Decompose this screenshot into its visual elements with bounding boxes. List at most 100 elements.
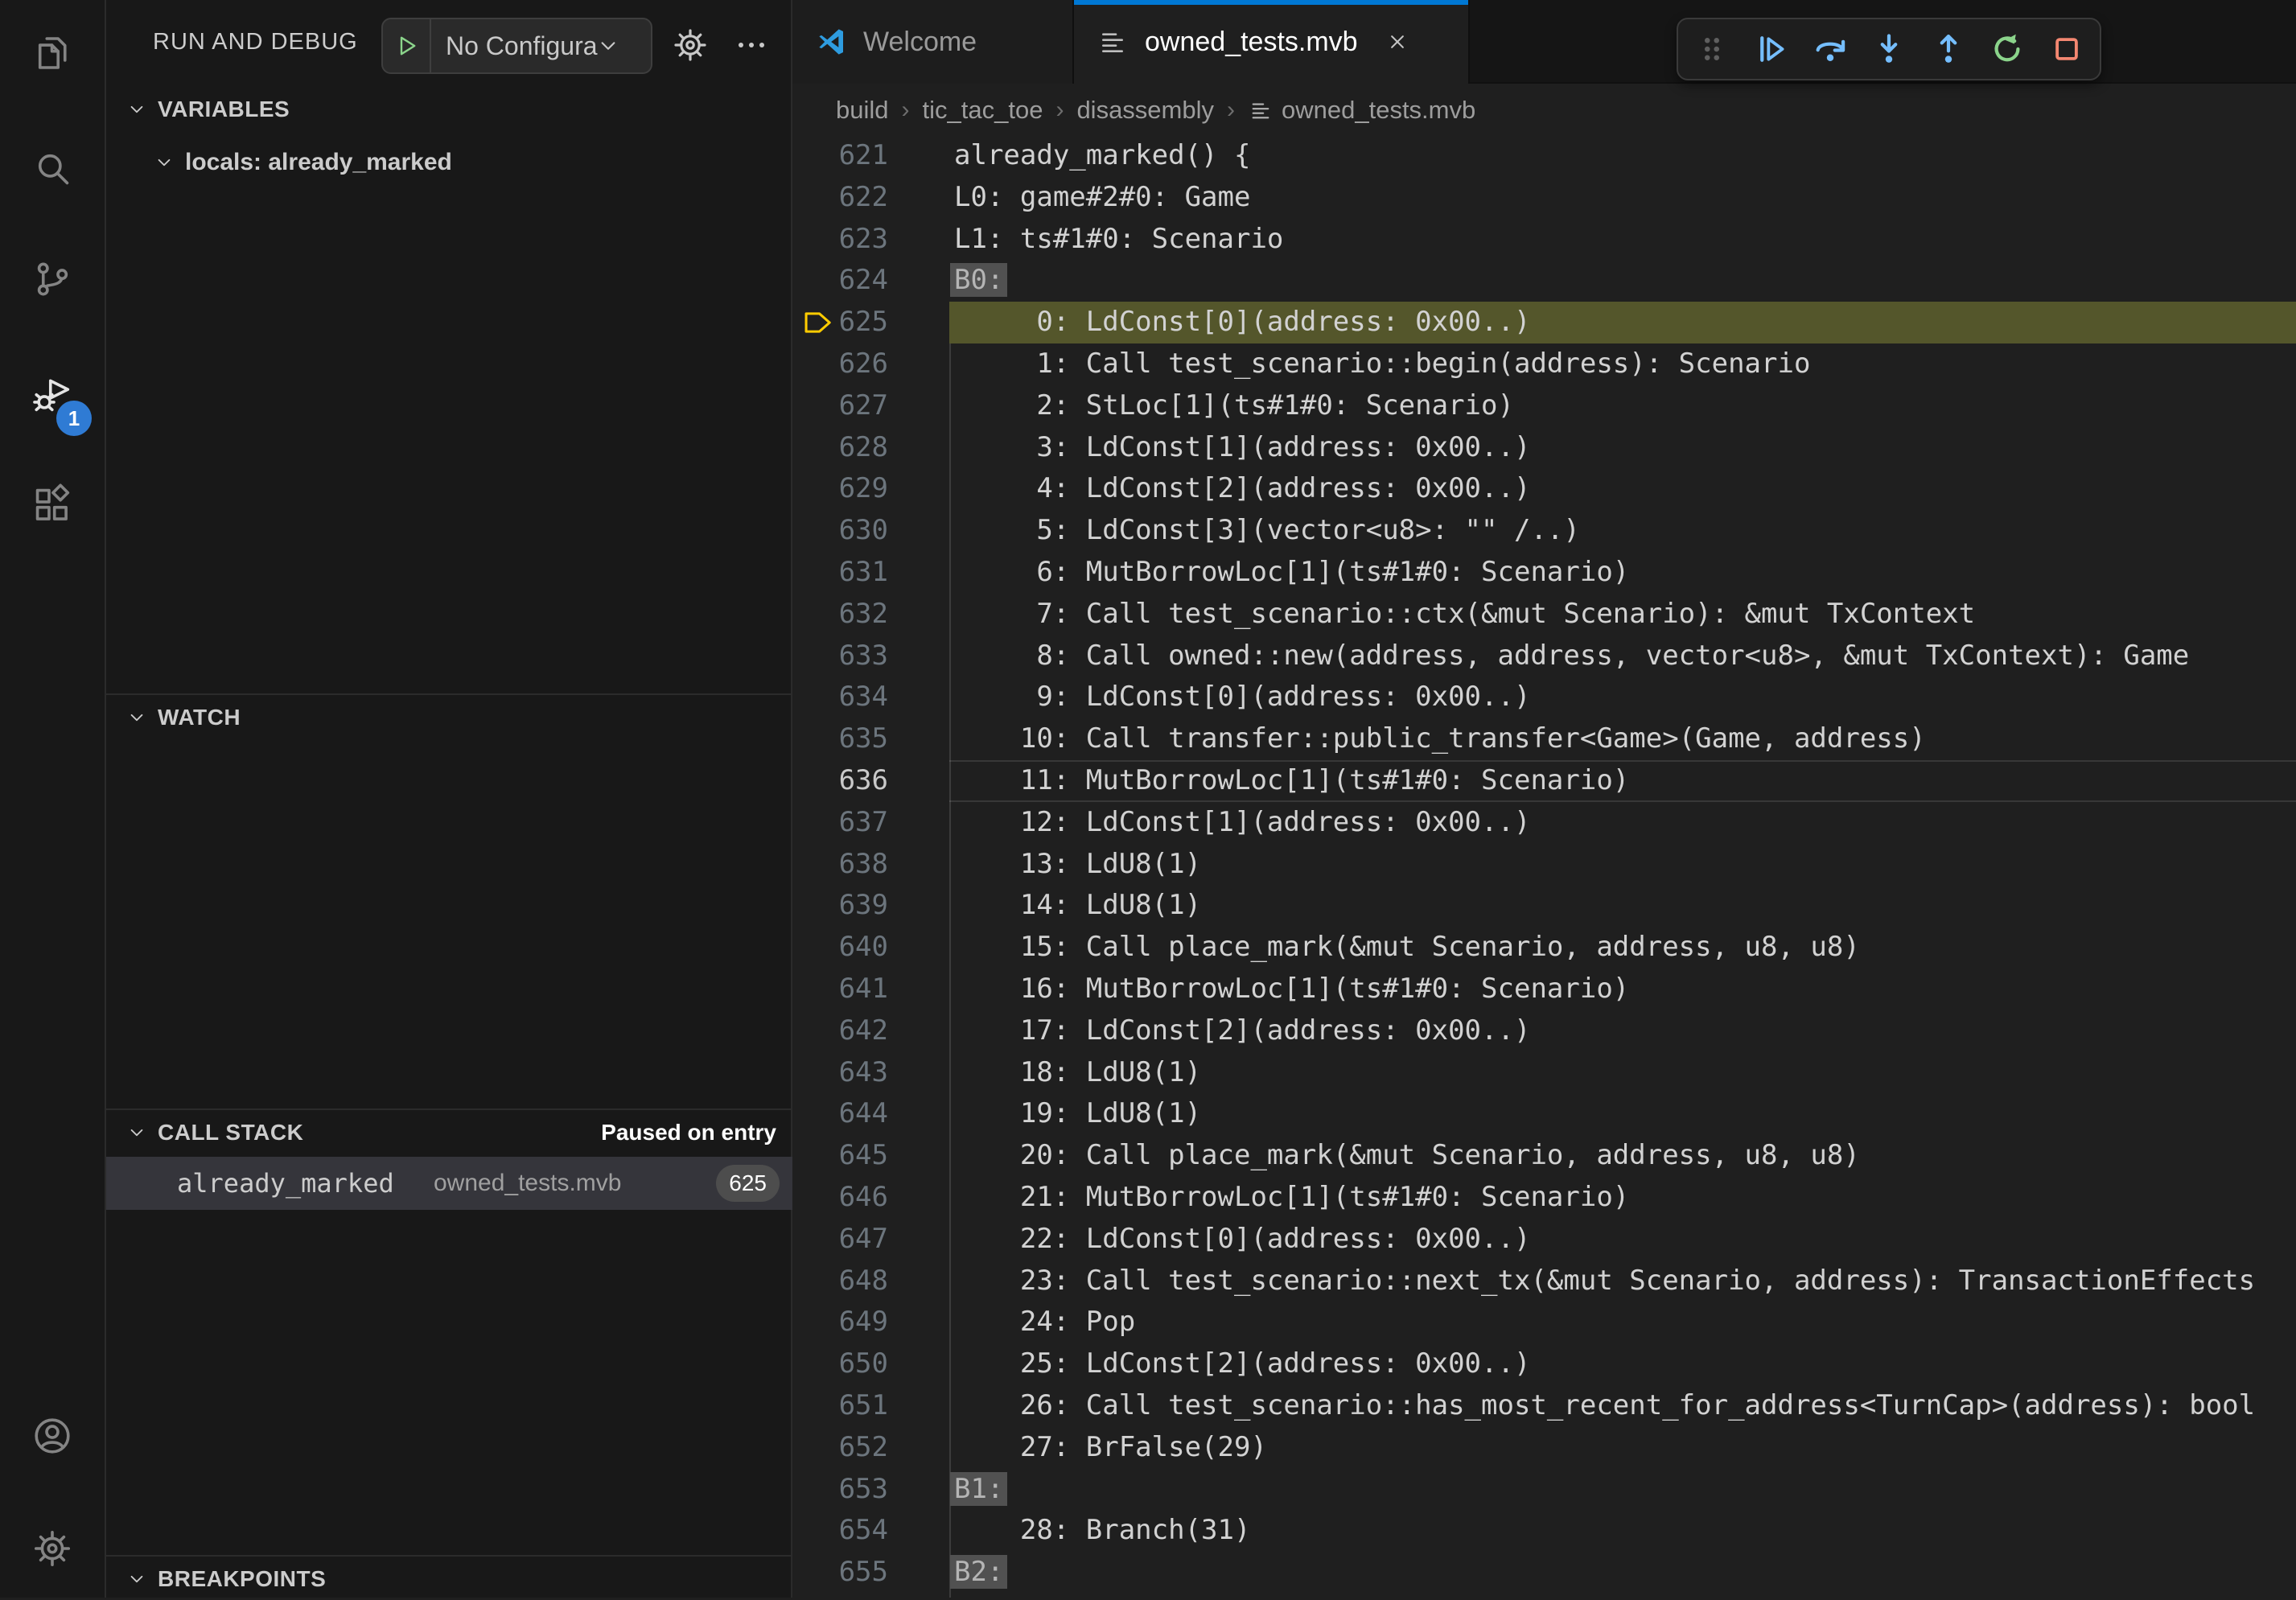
code-line-624[interactable]: 624B0: [792, 260, 2296, 302]
code-line-648[interactable]: 648 23: Call test_scenario::next_tx(&mut… [792, 1261, 2296, 1302]
section-header-breakpoints[interactable]: BREAKPOINTS [106, 1558, 792, 1600]
code-line-634[interactable]: 634 9: LdConst[0](address: 0x00..) [792, 677, 2296, 718]
line-number[interactable]: 640 [792, 927, 888, 969]
code-line-643[interactable]: 643 18: LdU8(1) [792, 1052, 2296, 1094]
code-line-622[interactable]: 622L0: game#2#0: Game [792, 177, 2296, 219]
code-line-642[interactable]: 642 17: LdConst[2](address: 0x00..) [792, 1010, 2296, 1052]
line-number[interactable]: 637 [792, 802, 888, 844]
step-into-button[interactable] [1863, 23, 1915, 75]
line-number[interactable]: 646 [792, 1177, 888, 1219]
breadcrumb-item[interactable]: tic_tac_toe [923, 96, 1043, 125]
line-number[interactable]: 638 [792, 844, 888, 886]
activity-bar-item-settings[interactable] [0, 1510, 105, 1587]
line-number[interactable]: 645 [792, 1135, 888, 1177]
activity-bar-item-extensions[interactable] [0, 467, 105, 544]
more-actions-icon[interactable] [730, 24, 772, 66]
line-number[interactable]: 621 [792, 135, 888, 177]
breadcrumb-item[interactable]: build [836, 96, 889, 125]
restart-button[interactable] [1981, 23, 2033, 75]
code-line-653[interactable]: 653B1: [792, 1469, 2296, 1511]
debug-config-dropdown[interactable]: No Configura [381, 18, 652, 74]
code-line-637[interactable]: 637 12: LdConst[1](address: 0x00..) [792, 802, 2296, 844]
code-line-629[interactable]: 629 4: LdConst[2](address: 0x00..) [792, 468, 2296, 510]
close-icon[interactable] [1385, 30, 1409, 54]
line-number[interactable]: 641 [792, 969, 888, 1010]
step-out-button[interactable] [1923, 23, 1974, 75]
code-line-646[interactable]: 646 21: MutBorrowLoc[1](ts#1#0: Scenario… [792, 1177, 2296, 1219]
line-number[interactable]: 633 [792, 635, 888, 677]
code-line-655[interactable]: 655B2: [792, 1552, 2296, 1594]
code-area[interactable]: 621already_marked() {622L0: game#2#0: Ga… [792, 135, 2296, 1598]
code-line-640[interactable]: 640 15: Call place_mark(&mut Scenario, a… [792, 927, 2296, 969]
stop-button[interactable] [2041, 23, 2092, 75]
code-line-630[interactable]: 630 5: LdConst[3](vector<u8>: "" /..) [792, 510, 2296, 552]
line-number[interactable]: 624 [792, 260, 888, 302]
line-number[interactable]: 631 [792, 552, 888, 594]
activity-bar-item-search[interactable] [0, 130, 105, 207]
section-header-variables[interactable]: VARIABLES [106, 88, 792, 130]
line-number[interactable]: 632 [792, 594, 888, 635]
code-line-654[interactable]: 654 28: Branch(31) [792, 1510, 2296, 1552]
code-line-639[interactable]: 639 14: LdU8(1) [792, 885, 2296, 927]
section-header-call-stack[interactable]: CALL STACK Paused on entry [106, 1112, 792, 1154]
debug-settings-gear-icon[interactable] [669, 24, 711, 66]
step-over-button[interactable] [1804, 23, 1856, 75]
start-debug-button[interactable] [383, 19, 431, 72]
line-number[interactable]: 636 [792, 760, 888, 802]
code-line-647[interactable]: 647 22: LdConst[0](address: 0x00..) [792, 1219, 2296, 1261]
variables-locals-scope[interactable]: locals: already_marked [106, 142, 792, 183]
code-line-627[interactable]: 627 2: StLoc[1](ts#1#0: Scenario) [792, 385, 2296, 427]
line-number[interactable]: 649 [792, 1302, 888, 1343]
line-number[interactable]: 634 [792, 677, 888, 718]
code-line-651[interactable]: 651 26: Call test_scenario::has_most_rec… [792, 1385, 2296, 1427]
line-number[interactable]: 650 [792, 1343, 888, 1385]
line-number[interactable]: 648 [792, 1261, 888, 1302]
code-line-632[interactable]: 632 7: Call test_scenario::ctx(&mut Scen… [792, 594, 2296, 635]
line-number[interactable]: 647 [792, 1219, 888, 1261]
code-line-623[interactable]: 623L1: ts#1#0: Scenario [792, 219, 2296, 261]
code-line-638[interactable]: 638 13: LdU8(1) [792, 844, 2296, 886]
continue-button[interactable] [1745, 23, 1796, 75]
code-line-621[interactable]: 621already_marked() { [792, 135, 2296, 177]
line-number[interactable]: 639 [792, 885, 888, 927]
line-number[interactable]: 652 [792, 1427, 888, 1469]
code-line-631[interactable]: 631 6: MutBorrowLoc[1](ts#1#0: Scenario) [792, 552, 2296, 594]
activity-bar-item-account[interactable] [0, 1397, 105, 1475]
code-line-628[interactable]: 628 3: LdConst[1](address: 0x00..) [792, 427, 2296, 469]
code-line-626[interactable]: 626 1: Call test_scenario::begin(address… [792, 343, 2296, 385]
code-line-650[interactable]: 650 25: LdConst[2](address: 0x00..) [792, 1343, 2296, 1385]
code-line-645[interactable]: 645 20: Call place_mark(&mut Scenario, a… [792, 1135, 2296, 1177]
line-number[interactable]: 642 [792, 1010, 888, 1052]
line-number[interactable]: 655 [792, 1552, 888, 1594]
code-line-649[interactable]: 649 24: Pop [792, 1302, 2296, 1343]
line-number[interactable]: 644 [792, 1093, 888, 1135]
line-number[interactable]: 629 [792, 468, 888, 510]
code-line-636[interactable]: 636 11: MutBorrowLoc[1](ts#1#0: Scenario… [792, 760, 2296, 802]
line-number[interactable]: 626 [792, 343, 888, 385]
line-number[interactable]: 622 [792, 177, 888, 219]
code-line-625[interactable]: 625 0: LdConst[0](address: 0x00..) [792, 302, 2296, 343]
activity-bar-item-run-and-debug[interactable]: 1 [0, 356, 105, 433]
line-number[interactable]: 653 [792, 1469, 888, 1511]
activity-bar-item-source-control[interactable] [0, 241, 105, 318]
line-number[interactable]: 628 [792, 427, 888, 469]
section-header-watch[interactable]: WATCH [106, 697, 792, 738]
toolbar-drag-handle[interactable] [1686, 23, 1738, 75]
call-stack-frame[interactable]: already_markedowned_tests.mvb625 [106, 1157, 792, 1210]
line-number[interactable]: 635 [792, 718, 888, 760]
activity-bar-item-explorer[interactable] [0, 14, 105, 92]
line-number[interactable]: 623 [792, 219, 888, 261]
tab-welcome[interactable]: Welcome [792, 0, 1074, 84]
line-number[interactable]: 630 [792, 510, 888, 552]
line-number[interactable]: 654 [792, 1510, 888, 1552]
breadcrumb-item[interactable]: disassembly [1076, 96, 1214, 125]
code-line-644[interactable]: 644 19: LdU8(1) [792, 1093, 2296, 1135]
line-number[interactable]: 651 [792, 1385, 888, 1427]
code-line-652[interactable]: 652 27: BrFalse(29) [792, 1427, 2296, 1469]
code-line-633[interactable]: 633 8: Call owned::new(address, address,… [792, 635, 2296, 677]
line-number[interactable]: 627 [792, 385, 888, 427]
tab-owned-tests-mvb[interactable]: owned_tests.mvb [1074, 0, 1470, 84]
breadcrumb-item[interactable]: owned_tests.mvb [1248, 96, 1475, 125]
line-number[interactable]: 643 [792, 1052, 888, 1094]
code-line-635[interactable]: 635 10: Call transfer::public_transfer<G… [792, 718, 2296, 760]
